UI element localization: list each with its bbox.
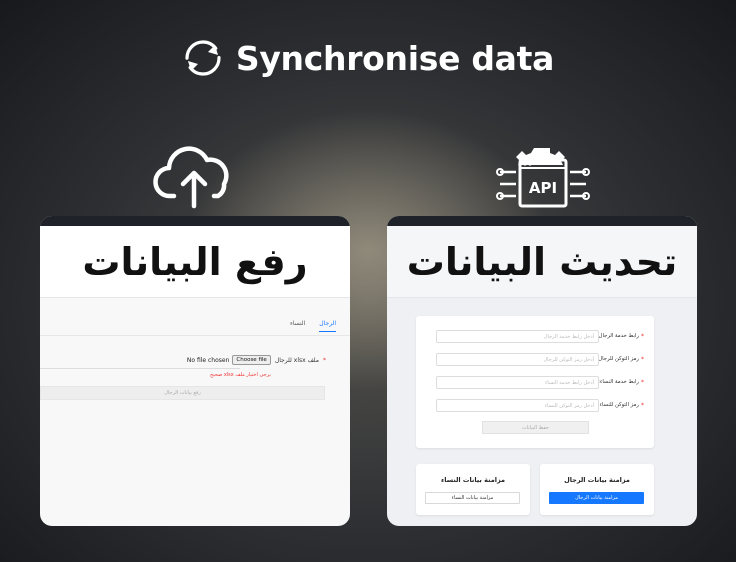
tab-women[interactable]: النساء (290, 320, 305, 332)
settings-form: * رابط خدمة الرجال: أدخل رابط خدمة الرجال… (416, 316, 654, 448)
gender-tabs: الرجال النساء (290, 320, 336, 332)
sync-women-button[interactable]: مزامنة بيانات النساء (425, 492, 520, 504)
men-token-input[interactable]: أدخل رمز التوكن للرجال (436, 353, 599, 366)
required-mark: * (641, 356, 644, 363)
required-mark: * (323, 356, 326, 364)
women-token-input[interactable]: أدخل رمز التوكن للنساء (436, 399, 599, 412)
upload-men-button[interactable]: رفع بيانات الرجال (40, 386, 325, 400)
save-button[interactable]: حفظ البيانات (482, 421, 589, 434)
file-input[interactable]: No file chosen Choose file (187, 355, 271, 365)
file-field-underline (40, 368, 240, 369)
women-token-label: رمز التوكن للنساء: (597, 402, 639, 408)
tab-men[interactable]: الرجال (319, 320, 336, 332)
window-bar (387, 216, 697, 226)
sync-icon (185, 40, 221, 76)
required-mark: * (641, 402, 644, 409)
sync-men-button[interactable]: مزامنة بيانات الرجال (549, 492, 644, 504)
update-title-area: تحديث البيانات (387, 226, 697, 298)
form-row: * رابط خدمة النساء: أدخل رابط خدمة النساء (428, 376, 644, 389)
form-row: * رابط خدمة الرجال: أدخل رابط خدمة الرجال (428, 330, 644, 343)
men-service-url-input[interactable]: أدخل رابط خدمة الرجال (436, 330, 599, 343)
required-mark: * (641, 379, 644, 386)
file-status: No file chosen (186, 356, 230, 364)
women-service-url-input[interactable]: أدخل رابط خدمة النساء (436, 376, 599, 389)
api-label: API (529, 179, 557, 197)
window-bar (40, 216, 350, 226)
choose-file-button[interactable]: Choose file (232, 355, 271, 365)
men-token-label: رمز التوكن للرجال: (596, 356, 639, 362)
upload-title: رفع البيانات (82, 239, 308, 284)
form-row: * رمز التوكن للنساء: أدخل رمز التوكن للنس… (428, 399, 644, 412)
error-message: يرجى اختيار ملف xlsx صحيح (210, 372, 271, 378)
api-gear-icon: API (496, 148, 590, 208)
required-mark: * (641, 333, 644, 340)
tab-divider (40, 335, 350, 336)
sync-women-title: مزامنة بيانات النساء (440, 476, 506, 484)
file-field-label: ملف xlsx للرجال (274, 356, 319, 364)
file-field: * ملف xlsx للرجال No file chosen Choose … (187, 355, 326, 365)
men-service-url-label: رابط خدمة الرجال: (596, 333, 639, 339)
headline-text: Synchronise data (235, 38, 555, 78)
upload-panel: رفع البيانات الرجال النساء * ملف xlsx لل… (40, 216, 350, 526)
upload-title-area: رفع البيانات (40, 226, 350, 298)
update-panel: تحديث البيانات * رابط خدمة الرجال: أدخل ر… (387, 216, 697, 526)
sync-women-card: مزامنة بيانات النساء مزامنة بيانات النسا… (416, 464, 530, 515)
headline: Synchronise data (0, 30, 736, 86)
sync-men-card: مزامنة بيانات الرجال مزامنة بيانات الرجا… (540, 464, 654, 515)
sync-men-title: مزامنة بيانات الرجال (564, 476, 630, 484)
update-title: تحديث البيانات (406, 239, 678, 284)
women-service-url-label: رابط خدمة النساء: (598, 379, 639, 385)
form-row: * رمز التوكن للرجال: أدخل رمز التوكن للرج… (428, 353, 644, 366)
cloud-upload-icon (153, 146, 229, 209)
